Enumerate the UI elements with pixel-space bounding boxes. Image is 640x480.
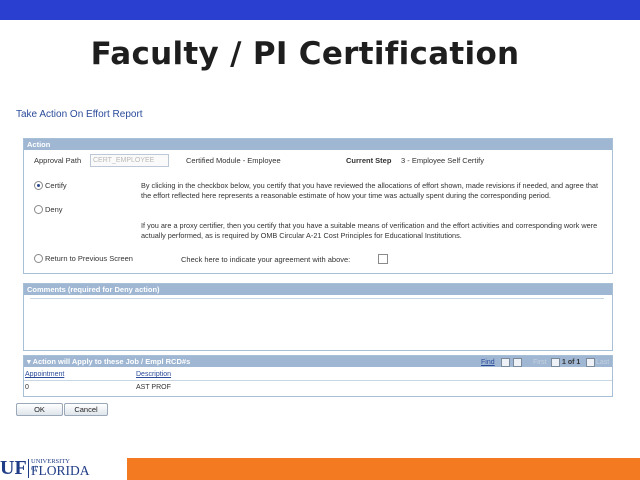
footer-orange-band (127, 458, 640, 480)
table-cell-appointment: 0 (25, 384, 29, 391)
first-link[interactable]: First (533, 359, 547, 366)
module-text: Certified Module - Employee (186, 156, 281, 165)
certification-statement: By clicking in the checkbox below, you c… (141, 181, 598, 200)
deny-label[interactable]: Deny (45, 205, 63, 214)
page-heading: Take Action On Effort Report (16, 109, 143, 120)
prev-icon[interactable] (551, 358, 560, 367)
current-step-value: 3 - Employee Self Certify (401, 156, 484, 165)
return-radio[interactable] (34, 254, 43, 263)
slide-top-band (0, 0, 640, 20)
jobs-panel-header: ▾ Action will Apply to these Job / Empl … (24, 356, 612, 367)
approval-path-field[interactable]: CERT_EMPLOYEE (90, 154, 169, 167)
find-link[interactable]: Find (481, 359, 495, 366)
next-icon[interactable] (586, 358, 595, 367)
return-label[interactable]: Return to Previous Screen (45, 254, 133, 263)
logo-divider (28, 459, 29, 478)
certify-radio[interactable] (34, 181, 43, 190)
last-link[interactable]: Last (596, 359, 609, 366)
ok-button[interactable]: OK (16, 403, 63, 416)
comments-textarea[interactable] (30, 300, 604, 344)
slide-title: Faculty / PI Certification (90, 36, 520, 72)
current-step-label: Current Step (346, 156, 392, 165)
view-all-icon[interactable] (501, 358, 510, 367)
certify-label[interactable]: Certify (45, 181, 67, 190)
action-panel: Action Approval Path CERT_EMPLOYEE Certi… (23, 138, 613, 274)
collapse-icon[interactable]: ▾ (27, 357, 31, 366)
logo-uf-mark: UF (0, 457, 27, 479)
column-header-description[interactable]: Description (136, 371, 171, 378)
comments-panel: Comments (required for Deny action) (23, 283, 613, 351)
cancel-button[interactable]: Cancel (64, 403, 108, 416)
agreement-checkbox[interactable] (378, 254, 388, 264)
action-panel-header: Action (24, 139, 612, 150)
column-header-appointment[interactable]: Appointment (25, 371, 64, 378)
table-cell-description: AST PROF (136, 384, 171, 391)
deny-radio[interactable] (34, 205, 43, 214)
logo-florida-text: FLORIDA (31, 463, 90, 478)
jobs-panel: ▾ Action will Apply to these Job / Empl … (23, 355, 613, 397)
table-header-divider (24, 380, 612, 381)
row-range: 1 of 1 (562, 359, 581, 366)
jobs-panel-title: Action will Apply to these Job / Empl RC… (32, 357, 191, 366)
approval-path-label: Approval Path (34, 156, 82, 165)
download-icon[interactable] (513, 358, 522, 367)
comments-panel-header: Comments (required for Deny action) (24, 284, 612, 295)
proxy-statement: If you are a proxy certifier, then you c… (141, 221, 598, 240)
comments-divider (30, 298, 604, 299)
agreement-label: Check here to indicate your agreement wi… (181, 255, 351, 264)
